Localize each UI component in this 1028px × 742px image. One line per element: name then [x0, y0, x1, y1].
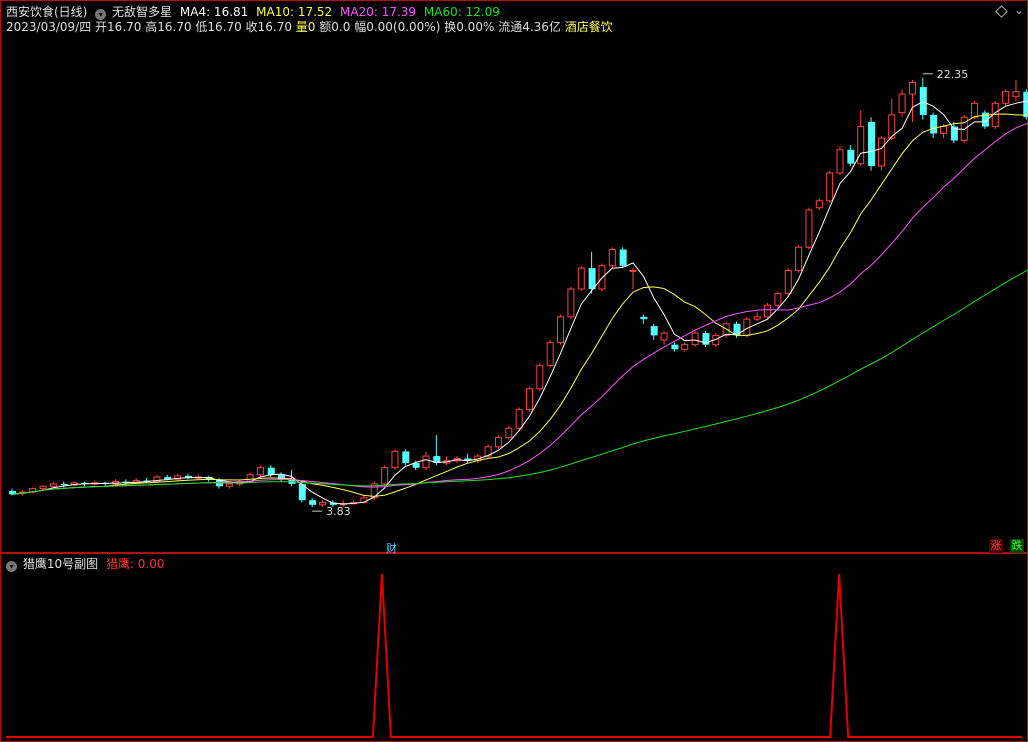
high-label: 22.35 — [937, 68, 969, 81]
candle-body-down — [919, 87, 927, 115]
candle-body-up — [629, 269, 637, 272]
candle-body-down — [60, 483, 68, 486]
sub-chart-title[interactable]: 猎鹰10号副图 — [23, 557, 98, 571]
signal-line — [6, 573, 1022, 738]
candle-body-up — [505, 427, 513, 439]
sub-chart-value: 猎鹰: 0.00 — [105, 557, 165, 571]
candle-body-down — [640, 316, 648, 320]
candle-body-up — [857, 126, 865, 165]
candle-body-up — [753, 316, 761, 320]
candle-body-up — [536, 365, 544, 390]
low-label: 3.83 — [326, 505, 351, 518]
candle-body-up — [774, 293, 782, 306]
candle-body-up — [546, 341, 554, 367]
quote-date: 2023/03/09/四 — [6, 20, 92, 34]
candle-body-up — [940, 126, 947, 134]
quote-turnover: 换0.00% — [444, 20, 495, 34]
candle-body-up — [691, 332, 699, 346]
stock-name[interactable]: 西安饮食(日线) — [6, 5, 87, 19]
quote-change: 幅0.00(0.00%) — [354, 20, 441, 34]
candle-body-down — [650, 326, 658, 336]
candle-body-up — [381, 467, 389, 485]
candle-body-up — [784, 269, 792, 295]
ma4-line — [11, 100, 1028, 505]
quote-low: 低16.70 — [195, 20, 242, 34]
candle-body-down — [619, 249, 627, 266]
sub-chart-header: ▾ 猎鹰10号副图 猎鹰: 0.00 — [6, 556, 169, 572]
up-badge[interactable]: 涨 — [989, 539, 1003, 553]
candle-body-down — [402, 451, 410, 464]
candle-body-up — [557, 316, 565, 343]
candle-body-up — [577, 267, 585, 290]
candle-body-up — [1012, 91, 1020, 97]
sub-dropdown-icon[interactable]: ▾ — [6, 561, 17, 572]
main-panel-border — [0, 0, 1028, 553]
candle-body-down — [267, 467, 275, 475]
quote-open: 开16.70 — [95, 20, 142, 34]
quote-amount: 额0.0 — [319, 20, 351, 34]
candle-body-up — [515, 409, 523, 429]
candle-body-down — [868, 121, 876, 166]
candle-body-up — [898, 93, 906, 114]
quote-sector[interactable]: 酒店餐饮 — [565, 20, 613, 34]
ma10-value: MA10: 17.52 — [256, 5, 333, 19]
candle-body-up — [877, 137, 885, 167]
finance-marker[interactable]: 财 — [386, 540, 397, 556]
candle-body-up — [39, 485, 47, 490]
candle-body-down — [930, 114, 938, 134]
ma60-value: MA60: 12.09 — [423, 5, 500, 19]
candle-body-up — [494, 437, 502, 448]
candle-body-up — [815, 200, 823, 209]
ma20-line — [11, 122, 1028, 495]
candle-body-up — [795, 246, 803, 271]
candle-body-up — [526, 388, 533, 411]
candle-body-up — [764, 304, 772, 318]
ma60-line — [11, 269, 1028, 495]
header-bar: 西安饮食(日线) ▾ 无敌智多星 MA4: 16.81 MA10: 17.52 … — [6, 4, 504, 20]
quote-close: 收16.70 — [245, 20, 292, 34]
candle-body-down — [1023, 91, 1028, 118]
main-chart[interactable]: 22.35 3.83 — [0, 0, 1028, 742]
candle-body-up — [908, 81, 916, 95]
candle-body-down — [671, 344, 679, 350]
candle-body-up — [319, 502, 326, 506]
candle-body-up — [681, 344, 689, 350]
ma20-value: MA20: 17.39 — [340, 5, 417, 19]
candle-body-up — [660, 332, 668, 341]
candle-body-up — [836, 149, 844, 174]
quote-bar: 2023/03/09/四 开16.70 高16.70 低16.70 收16.70… — [6, 19, 617, 35]
sub-panel-border — [0, 553, 1028, 742]
candle-body-up — [971, 102, 979, 118]
candle-body-up — [256, 467, 264, 476]
candle-body-up — [567, 288, 575, 318]
candle-body-up — [608, 249, 616, 267]
ma10-line — [11, 113, 1028, 497]
quote-volume: 量0 — [295, 20, 316, 34]
candle-body-down — [847, 149, 855, 164]
candle-body-up — [225, 483, 233, 487]
chart-window: 22.35 3.83 西安饮食(日线) ▾ 无敌智多星 MA4: 16.81 MA… — [0, 0, 1028, 742]
candle-body-up — [422, 455, 430, 469]
candle-body-down — [588, 268, 596, 289]
candle-body-up — [1002, 91, 1010, 104]
candle-body-up — [722, 323, 730, 336]
candle-body-down — [309, 500, 317, 505]
candle-body-up — [49, 483, 57, 487]
down-badge[interactable]: 跌 — [1010, 539, 1024, 553]
candle-body-up — [805, 209, 813, 248]
chevron-icon[interactable]: ⌄ — [1014, 3, 1024, 17]
quote-high: 高16.70 — [145, 20, 192, 34]
indicator-name[interactable]: 无敌智多星 — [112, 5, 172, 19]
candle-body-up — [391, 450, 399, 469]
quote-float: 流通4.36亿 — [498, 20, 561, 34]
candle-body-up — [826, 172, 834, 202]
ma4-value: MA4: 16.81 — [179, 5, 249, 19]
